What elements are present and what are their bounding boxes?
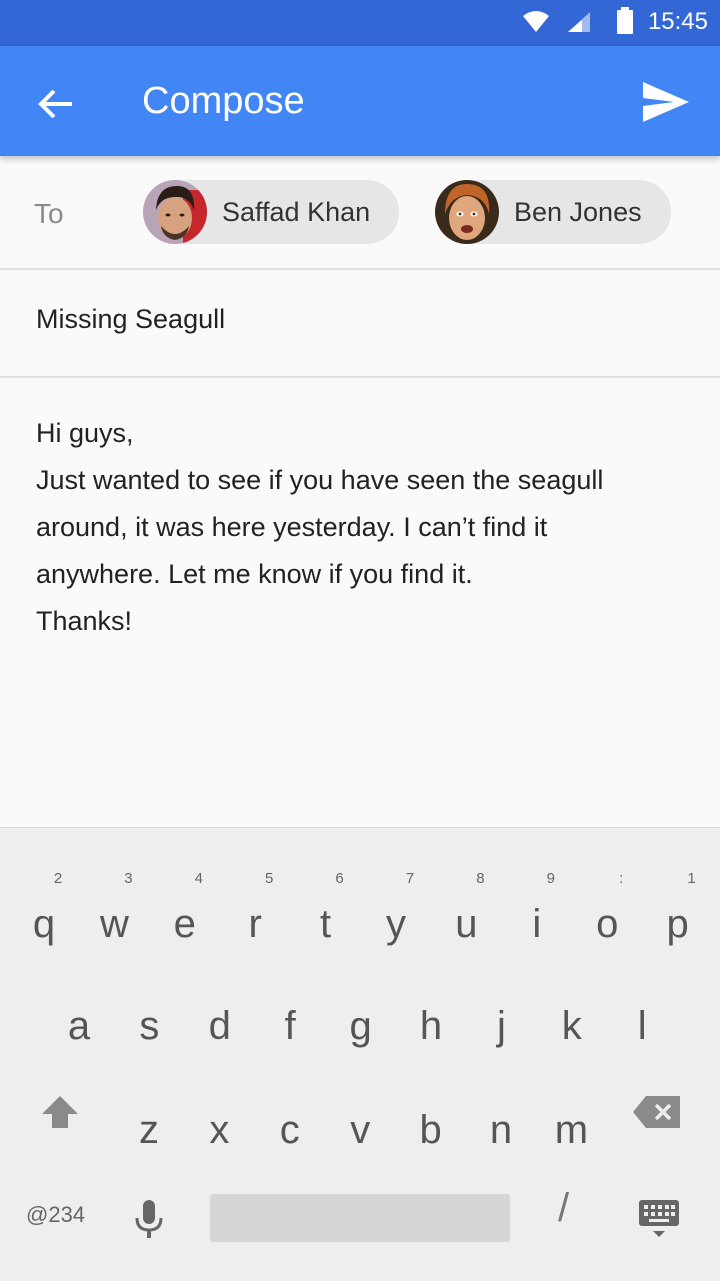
key-v[interactable]: v <box>324 1070 396 1160</box>
avatar <box>143 180 207 244</box>
key-label: o <box>596 902 619 946</box>
wifi-icon <box>523 11 549 32</box>
subject-field[interactable]: Missing Seagull <box>0 270 720 378</box>
key-t[interactable]: 6t <box>290 864 362 954</box>
key-q[interactable]: 2q <box>8 864 80 954</box>
body-line: Thanks! <box>36 606 133 636</box>
key-l[interactable]: l <box>606 966 678 1056</box>
key-label: e <box>173 902 196 946</box>
key-i[interactable]: 9i <box>501 864 573 954</box>
key-hint: 8 <box>476 870 485 887</box>
key-c[interactable]: c <box>254 1070 326 1160</box>
message-body[interactable]: Hi guys, Just wanted to see if you have … <box>36 410 686 645</box>
subject-text: Missing Seagull <box>36 304 226 334</box>
body-line: anywhere. Let me know if you find it. <box>36 559 473 589</box>
key-hint: 5 <box>265 870 274 887</box>
key-label: g <box>349 1004 372 1048</box>
key-label: r <box>248 902 262 946</box>
shift-icon[interactable] <box>40 1094 80 1130</box>
space-bar[interactable] <box>210 1194 510 1242</box>
recipients-field[interactable]: To Saffad Khan Ben Jones <box>0 156 720 270</box>
key-o[interactable]: :o <box>571 864 643 954</box>
key-e[interactable]: 4e <box>149 864 221 954</box>
key-label: w <box>99 902 129 946</box>
key-r[interactable]: 5r <box>219 864 291 954</box>
recipient-chip[interactable]: Ben Jones <box>435 180 671 244</box>
key-label: v <box>350 1108 371 1152</box>
key-hint: 2 <box>53 870 63 887</box>
key-label: i <box>532 902 542 946</box>
key-label: a <box>67 1004 91 1048</box>
key-a[interactable]: a <box>43 966 115 1056</box>
to-label: To <box>34 198 64 229</box>
key-label: c <box>279 1108 300 1152</box>
key-label: p <box>666 902 689 946</box>
app-bar: Compose <box>0 46 720 156</box>
avatar <box>435 180 499 244</box>
key-k[interactable]: k <box>536 966 608 1056</box>
battery-icon <box>617 7 633 34</box>
key-label: j <box>496 1004 506 1048</box>
key-s[interactable]: s <box>113 966 185 1056</box>
body-line: around, it was here yesterday. I can’t f… <box>36 512 548 542</box>
key-y[interactable]: 7y <box>360 864 432 954</box>
key-label: d <box>208 1004 231 1048</box>
microphone-icon[interactable] <box>134 1198 164 1240</box>
backspace-icon[interactable] <box>632 1094 682 1130</box>
key-label: h <box>419 1004 443 1048</box>
symbols-key[interactable]: @234 <box>26 1202 85 1228</box>
key-f[interactable]: f <box>254 966 326 1056</box>
key-hint: 7 <box>405 870 415 887</box>
back-arrow-icon[interactable] <box>34 82 78 126</box>
key-label: m <box>554 1108 589 1152</box>
key-j[interactable]: j <box>465 966 537 1056</box>
key-label: k <box>561 1004 582 1048</box>
key-hint: 6 <box>335 870 344 887</box>
key-p[interactable]: 1p <box>642 864 714 954</box>
key-label: y <box>386 902 406 946</box>
status-bar: 15:45 <box>0 0 720 46</box>
recipient-chip[interactable]: Saffad Khan <box>143 180 399 244</box>
key-z[interactable]: z <box>113 1070 185 1160</box>
key-g[interactable]: g <box>325 966 397 1056</box>
recipient-name: Ben Jones <box>514 197 642 227</box>
key-label: l <box>637 1004 647 1048</box>
key-h[interactable]: h <box>395 966 467 1056</box>
key-label: z <box>139 1108 159 1152</box>
key-label: t <box>320 902 332 946</box>
key-b[interactable]: b <box>395 1070 467 1160</box>
body-line: Just wanted to see if you have seen the … <box>36 465 604 495</box>
signal-icon <box>568 12 590 32</box>
keyboard: 2q3w4e5r6t7y8u9i:o1pasdfghjklzxcvbnm @23… <box>0 827 720 1281</box>
key-hint: 9 <box>546 870 555 887</box>
key-m[interactable]: m <box>535 1070 607 1160</box>
key-label: u <box>455 902 478 946</box>
page-title: Compose <box>142 80 305 122</box>
keyboard-hide-icon[interactable] <box>638 1198 680 1240</box>
clock: 15:45 <box>647 8 708 35</box>
key-hint: 4 <box>194 870 203 887</box>
key-hint: 3 <box>124 870 133 887</box>
key-hint: 1 <box>687 870 696 887</box>
key-label: f <box>284 1004 296 1048</box>
key-x[interactable]: x <box>183 1070 255 1160</box>
key-label: b <box>419 1108 442 1152</box>
body-line: Hi guys, <box>36 418 134 448</box>
key-label: q <box>32 902 56 946</box>
key-u[interactable]: 8u <box>430 864 502 954</box>
send-icon[interactable] <box>640 78 692 126</box>
slash-key[interactable]: / <box>558 1186 569 1231</box>
key-w[interactable]: 3w <box>78 864 150 954</box>
key-label: s <box>139 1004 160 1048</box>
recipient-name: Saffad Khan <box>222 197 371 227</box>
key-d[interactable]: d <box>184 966 256 1056</box>
key-label: n <box>489 1108 513 1152</box>
key-label: x <box>209 1108 230 1152</box>
key-n[interactable]: n <box>465 1070 537 1160</box>
key-hint: : <box>619 870 624 887</box>
